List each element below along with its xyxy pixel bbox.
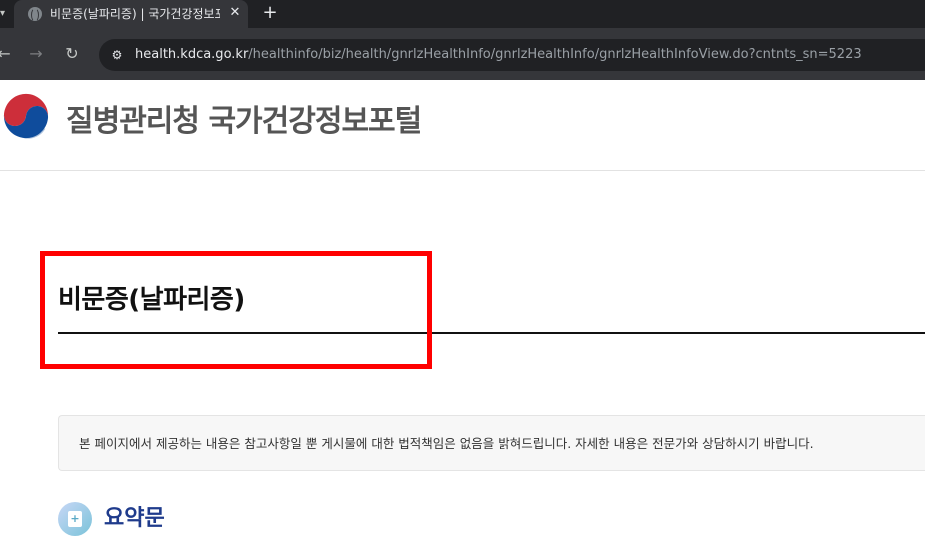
tab-title: 비문증(날파리증) | 국가건강정보포털 [50, 7, 220, 21]
reload-icon[interactable]: ↻ [60, 42, 84, 66]
site-header: 질병관리청 국가건강정보포털 [0, 80, 925, 171]
browser-tab-active[interactable]: 비문증(날파리증) | 국가건강정보포털 ✕ [14, 0, 248, 28]
document-plus-icon: + [58, 502, 92, 536]
site-info-icon[interactable]: ⚙ [107, 45, 127, 65]
site-title[interactable]: 질병관리청 국가건강정보포털 [66, 102, 422, 142]
forward-arrow-icon[interactable]: → [24, 42, 48, 66]
disclaimer-text: 본 페이지에서 제공하는 내용은 참고사항일 뿐 게시물에 대한 법적책임은 없… [79, 436, 814, 451]
plus-icon: + [68, 511, 82, 527]
tab-search-icon[interactable]: ▾ [0, 5, 14, 23]
url-text[interactable]: health.kdca.go.kr/healthinfo/biz/health/… [135, 46, 862, 64]
address-bar[interactable]: ⚙ health.kdca.go.kr/healthinfo/biz/healt… [99, 39, 925, 71]
globe-icon [28, 7, 42, 22]
taegeuk-logo-icon[interactable] [0, 92, 52, 146]
tab-close-icon[interactable]: ✕ [226, 4, 244, 22]
new-tab-button[interactable]: + [259, 2, 281, 24]
highlight-annotation-box [40, 251, 432, 369]
url-path: /healthinfo/biz/health/gnrlzHealthInfo/g… [248, 47, 862, 62]
browser-tab-strip: ▾ 비문증(날파리증) | 국가건강정보포털 ✕ + [0, 0, 925, 28]
browser-toolbar: ← → ↻ ⚙ health.kdca.go.kr/healthinfo/biz… [0, 28, 925, 80]
disclaimer-notice: 본 페이지에서 제공하는 내용은 참고사항일 뿐 게시물에 대한 법적책임은 없… [58, 415, 925, 471]
back-arrow-icon[interactable]: ← [0, 42, 16, 66]
url-host: health.kdca.go.kr [135, 47, 249, 62]
section-title-summary: 요약문 [104, 506, 165, 531]
